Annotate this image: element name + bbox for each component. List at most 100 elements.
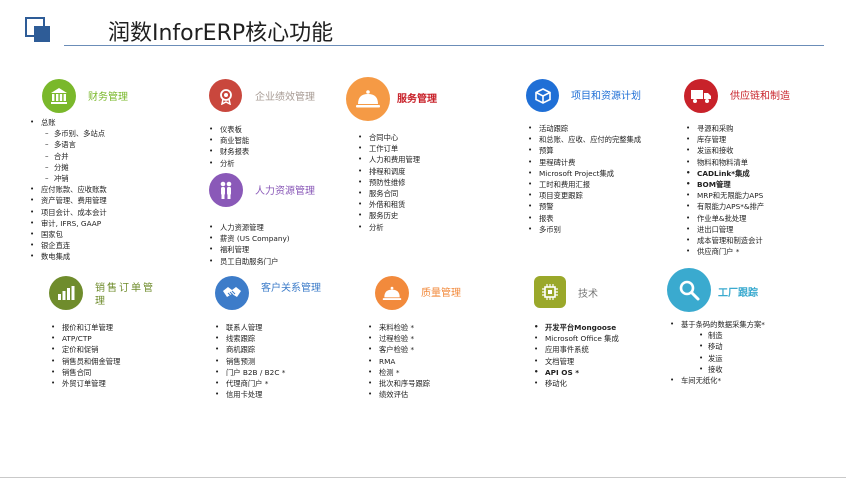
list-item: 定价和促销 [49, 344, 120, 355]
list-item: 项目变更跟踪 [526, 190, 641, 201]
quality-list: 来料检验 *过程检验 *客户检验 *RMA检测 *批次和序号跟踪绩效评估 [366, 322, 430, 401]
list-item: 应付账款、应收账款 [28, 184, 107, 195]
list-item: 服务历史 [356, 210, 420, 221]
list-item: 批次和序号跟踪 [366, 378, 430, 389]
list-item: 绩效评估 [366, 389, 430, 400]
list-item: 基于条码的数据采集方案* [668, 319, 765, 330]
page-title: 润数InforERP核心功能 [108, 21, 334, 46]
bank-icon [42, 79, 76, 113]
list-item: 有限能力APS*&排产 [684, 201, 764, 212]
list-item: 工作订单 [356, 143, 420, 154]
list-item: 开发平台Mongoose [532, 322, 619, 333]
list-item: 和总账、应收、应付的完整集成 [526, 134, 641, 145]
list-item: 资产管理、费用管理 [28, 195, 107, 206]
list-item: ATP/CTP [49, 333, 120, 344]
finance-title: 财务管理 [88, 92, 128, 103]
list-item: 预防性维修 [356, 177, 420, 188]
factory-title: 工厂跟踪 [718, 288, 758, 299]
cube-icon [526, 79, 559, 112]
list-item: 商业智能 [207, 135, 249, 146]
list-item: 合并 [28, 151, 107, 162]
list-item: 检测 * [366, 367, 430, 378]
list-item: 分析 [356, 222, 420, 233]
list-item: CADLink*集成 [684, 168, 764, 179]
list-item: 服务合同 [356, 188, 420, 199]
list-item: 制造 [668, 330, 765, 341]
list-item: 合同中心 [356, 132, 420, 143]
list-item: 人力资源管理 [207, 222, 290, 233]
list-item: 发运和接收 [684, 145, 764, 156]
title-divider [64, 45, 824, 46]
list-item: 信用卡处理 [213, 389, 285, 400]
list-item: 员工自助服务门户 [207, 256, 290, 267]
magnifier-icon [667, 268, 711, 312]
list-item: 来料检验 * [366, 322, 430, 333]
list-item: 过程检验 * [366, 333, 430, 344]
hr-title: 人力资源管理 [255, 186, 315, 197]
chip-icon [534, 276, 566, 308]
list-item: 进出口管理 [684, 224, 764, 235]
list-item: 预警 [526, 201, 641, 212]
list-item: 里程碑计费 [526, 157, 641, 168]
list-item: 移动化 [532, 378, 619, 389]
list-item: Microsoft Office 集成 [532, 333, 619, 344]
list-item: 分摊 [28, 162, 107, 173]
list-item: 供应商门户 * [684, 246, 764, 257]
tech-title: 技术 [578, 289, 598, 300]
logo [25, 17, 51, 43]
project-list: 活动跟踪和总账、应收、应付的完整集成预算里程碑计费Microsoft Proje… [526, 123, 641, 235]
list-item: BOM管理 [684, 179, 764, 190]
list-item: 国家包 [28, 229, 107, 240]
list-item: 财务报表 [207, 146, 249, 157]
list-item: 文档管理 [532, 356, 619, 367]
list-item: 活动跟踪 [526, 123, 641, 134]
list-item: 预算 [526, 145, 641, 156]
list-item: RMA [366, 356, 430, 367]
list-item: 仪表板 [207, 124, 249, 135]
performance-list: 仪表板商业智能财务报表分析 [207, 124, 249, 169]
list-item: MRP和无限能力APS [684, 190, 764, 201]
people-icon [209, 173, 243, 207]
list-item: 多语言 [28, 139, 107, 150]
truck-icon [684, 79, 718, 113]
list-item: 销售合同 [49, 367, 120, 378]
list-item: 物料和物料清单 [684, 157, 764, 168]
finance-list: 总账多币别、多站点多语言合并分摊冲销应付账款、应收账款资产管理、费用管理项目会计… [28, 117, 107, 263]
service-title: 服务管理 [397, 94, 437, 105]
service-bell-icon [375, 276, 409, 310]
factory-list: 基于条码的数据采集方案*制造移动发运接收车间无纸化* [668, 319, 765, 386]
slide: 润数InforERP核心功能 财务管理 总账多币别、多站点多语言合并分摊冲销应付… [0, 0, 846, 480]
performance-title: 企业绩效管理 [255, 92, 315, 103]
list-item: 分析 [207, 158, 249, 169]
list-item: 项目会计、成本会计 [28, 207, 107, 218]
list-item: 库存管理 [684, 134, 764, 145]
list-item: 客户检验 * [366, 344, 430, 355]
list-item: 总账 [28, 117, 107, 128]
list-item: 应用事件系统 [532, 344, 619, 355]
list-item: 销售员和佣金管理 [49, 356, 120, 367]
list-item: 审计, IFRS, GAAP [28, 218, 107, 229]
list-item: 工时和费用汇报 [526, 179, 641, 190]
supply-list: 寻源和采购库存管理发运和接收物料和物料清单CADLink*集成BOM管理MRP和… [684, 123, 764, 258]
list-item: 外借和租赁 [356, 199, 420, 210]
supply-title: 供应链和制造 [730, 91, 790, 102]
list-item: 移动 [668, 341, 765, 352]
list-item: 外贸订单管理 [49, 378, 120, 389]
list-item: 人力和费用管理 [356, 154, 420, 165]
crm-list: 联系人管理线索跟踪商机跟踪销售预测门户 B2B / B2C *代理商门户 *信用… [213, 322, 285, 401]
service-list: 合同中心工作订单人力和费用管理排程和调度预防性维修服务合同外借和租赁服务历史分析 [356, 132, 420, 233]
list-item: 发运 [668, 353, 765, 364]
list-item: 福利管理 [207, 244, 290, 255]
list-item: 车间无纸化* [668, 375, 765, 386]
sales-title: 销售订单管理 [95, 283, 155, 307]
list-item: 寻源和采购 [684, 123, 764, 134]
sales-list: 报价和订单管理ATP/CTP定价和促销销售员和佣金管理销售合同外贸订单管理 [49, 322, 120, 389]
list-item: 多币别 [526, 224, 641, 235]
project-title: 项目和资源计划 [571, 91, 641, 102]
list-item: 商机跟踪 [213, 344, 285, 355]
list-item: 门户 B2B / B2C * [213, 367, 285, 378]
list-item: 销售预测 [213, 356, 285, 367]
quality-title: 质量管理 [421, 288, 461, 299]
award-icon [209, 79, 242, 112]
list-item: 联系人管理 [213, 322, 285, 333]
